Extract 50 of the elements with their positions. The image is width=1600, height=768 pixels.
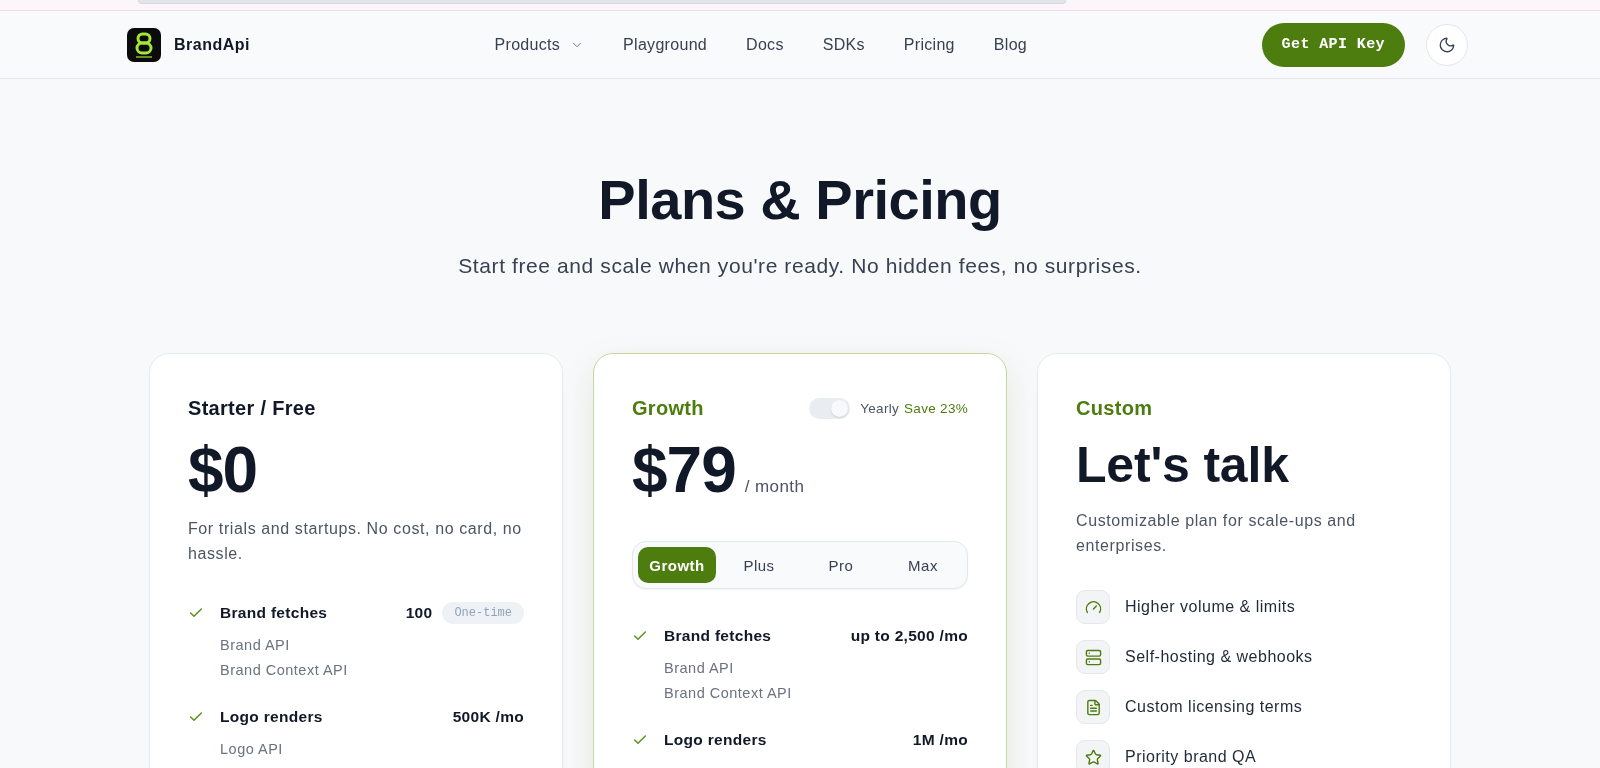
feature-value: 1M /mo <box>912 731 968 749</box>
plan-description: For trials and startups. No cost, no card, no hassle. <box>188 519 523 564</box>
feature-name: Logo renders <box>664 731 767 749</box>
price: $79 <box>632 437 736 503</box>
get-api-key-button[interactable]: Get API Key <box>1261 22 1405 67</box>
plan-name: Custom <box>1076 396 1153 420</box>
theme-toggle-button[interactable] <box>1426 23 1468 66</box>
nav-link[interactable]: Products <box>494 35 585 54</box>
document-icon <box>1076 690 1110 724</box>
nav-link[interactable]: Blog <box>993 35 1028 54</box>
tier-option[interactable]: Max <box>884 547 962 583</box>
logo-icon <box>127 27 161 62</box>
page-subtitle: Start free and scale when you're ready. No hidden fees, no surprises. <box>458 253 1142 279</box>
plan-headline: Let's talk <box>1076 437 1290 493</box>
feature-detail: Brand API <box>220 636 291 655</box>
server-icon <box>1076 640 1110 674</box>
billing-switch[interactable] <box>809 397 851 419</box>
page-title: Plans & Pricing <box>598 169 1002 231</box>
moon-icon <box>1438 35 1456 54</box>
feature-value: 100 <box>405 604 433 622</box>
gauge-icon <box>1076 590 1110 624</box>
nav-link[interactable]: Docs <box>746 35 784 54</box>
feature-value: 500K /mo <box>452 708 524 726</box>
switch-label: Yearly <box>860 400 900 416</box>
feature-name: Brand fetches <box>220 604 328 622</box>
usage-tag: One-time <box>442 602 524 624</box>
price: $0 <box>188 437 258 503</box>
feature-text: Priority brand QA <box>1125 748 1257 766</box>
tier-option[interactable]: Pro <box>802 547 880 583</box>
tier-option[interactable]: Plus <box>720 547 798 583</box>
plan-description: Customizable plan for scale-ups and enterprises. <box>1076 511 1357 556</box>
feature-detail: Brand API <box>664 659 735 678</box>
nav-link[interactable]: Pricing <box>903 35 955 54</box>
nav-link[interactable]: SDKs <box>822 35 865 54</box>
feature-detail: Logo API <box>220 740 284 759</box>
savings-note: Save 23% <box>904 400 968 416</box>
feature-detail: Brand Context API <box>220 661 349 680</box>
feature-value: up to 2,500 /mo <box>850 627 968 645</box>
nav-link[interactable]: Playground <box>623 35 708 54</box>
feature-text: Custom licensing terms <box>1125 698 1303 716</box>
feature-text: Self-hosting & webhooks <box>1125 648 1313 666</box>
feature-text: Higher volume & limits <box>1125 598 1296 616</box>
feature-detail: Brand Context API <box>664 684 793 703</box>
brand-name: BrandApi <box>174 35 250 54</box>
tier-option[interactable]: Growth <box>638 547 716 583</box>
plan-name: Growth <box>632 396 704 420</box>
feature-name: Logo renders <box>220 708 323 726</box>
feature-name: Brand fetches <box>664 627 772 645</box>
billing-period: / month <box>744 477 805 497</box>
plan-name: Starter / Free <box>188 396 316 420</box>
